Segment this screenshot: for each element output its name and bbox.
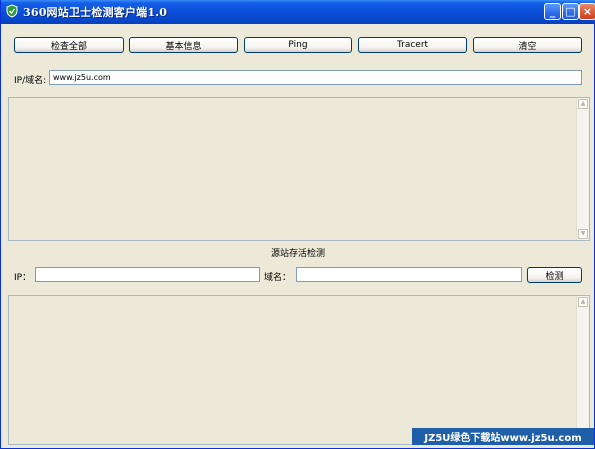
tracert-button[interactable]: Tracert <box>358 37 467 53</box>
close-icon: × <box>582 5 593 18</box>
origin-domain-input[interactable] <box>296 267 522 282</box>
title-bar[interactable]: 360网站卫士检测客户端1.0 _ □ × <box>1 0 595 24</box>
origin-check-title: 源站存活检测 <box>271 249 326 259</box>
result-output-panel[interactable]: ▲ ▼ <box>8 97 590 241</box>
maximize-button[interactable]: □ <box>562 3 579 20</box>
basic-info-button[interactable]: 基本信息 <box>129 37 238 53</box>
arrow-up-icon[interactable]: ▲ <box>578 99 588 109</box>
maximize-icon: □ <box>565 5 576 18</box>
origin-output-panel[interactable]: ▲ <box>8 295 590 445</box>
origin-ip-label: IP： <box>14 273 32 283</box>
minimize-icon: _ <box>549 5 556 18</box>
app-window: 360网站卫士检测客户端1.0 _ □ × 检查全部 基本信息 Ping Tra… <box>0 0 595 449</box>
watermark-banner: JZ5U绿色下载站www.jz5u.com <box>412 428 594 445</box>
close-button[interactable]: × <box>579 3 595 20</box>
origin-domain-label: 域名： <box>264 273 292 283</box>
window-title: 360网站卫士检测客户端1.0 <box>23 6 168 19</box>
arrow-up-icon[interactable]: ▲ <box>578 297 588 307</box>
arrow-down-icon[interactable]: ▼ <box>578 229 588 239</box>
ping-button[interactable]: Ping <box>244 37 352 53</box>
origin-ip-input[interactable] <box>35 267 260 282</box>
target-label: IP/域名: <box>14 76 47 86</box>
minimize-button[interactable]: _ <box>544 3 561 20</box>
result-scrollbar[interactable]: ▲ ▼ <box>576 98 589 240</box>
check-all-button[interactable]: 检查全部 <box>14 37 124 53</box>
origin-scrollbar[interactable]: ▲ <box>576 296 589 444</box>
clear-button[interactable]: 清空 <box>473 37 582 53</box>
shield-icon <box>6 4 18 18</box>
origin-check-button[interactable]: 检测 <box>527 267 582 283</box>
target-input[interactable]: www.jz5u.com <box>49 70 582 85</box>
